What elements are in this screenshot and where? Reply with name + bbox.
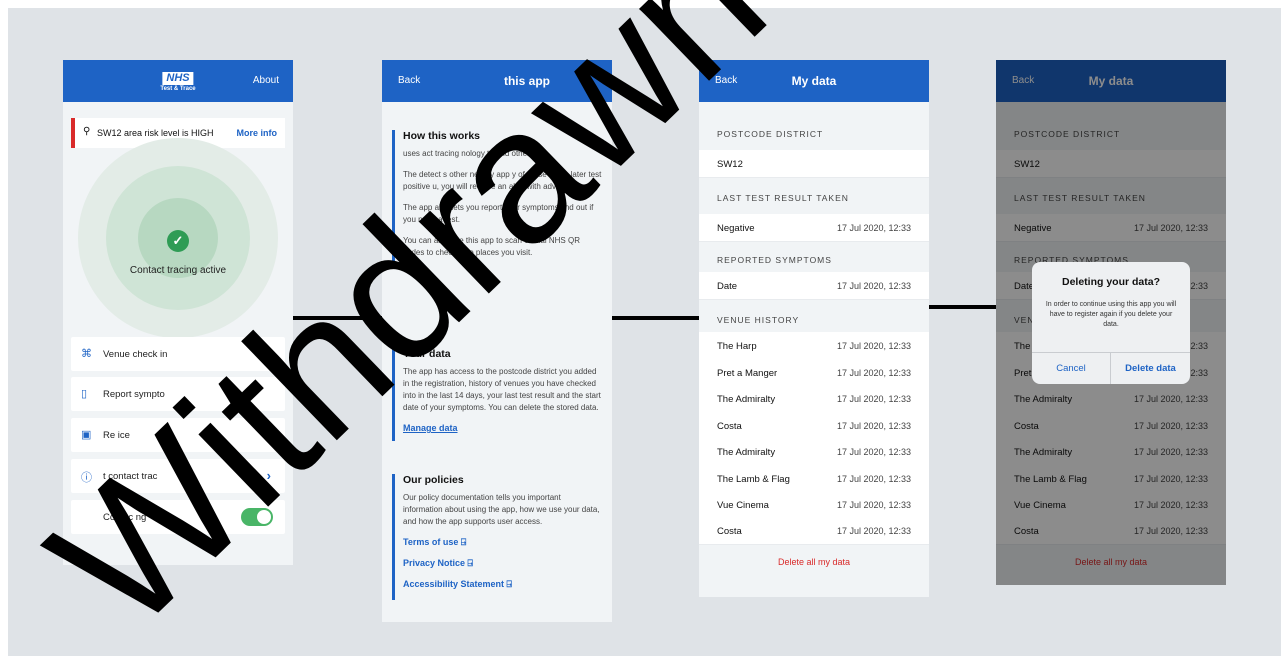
report-symptoms-item[interactable]: ▯ Report sympto [71,377,285,411]
our-policies-section: Our policies Our policy documentation te… [392,474,602,600]
contact-tracing-toggle[interactable] [241,508,273,526]
venue-check-in-item[interactable]: ⌘ Venue check in › [71,337,285,371]
manage-data-link[interactable]: Manage data [403,423,602,433]
paragraph: The detect s other nearby app y of those… [403,170,602,191]
info-icon: ⓘ [81,472,92,484]
accessibility-statement-link[interactable]: Accessibility Statement ⍈ [403,579,602,590]
test-result-row: Negative 17 Jul 2020, 12:33 [699,214,929,242]
my-data-header: Back My data [699,60,929,102]
page-title: this app [503,74,550,88]
paragraph: uses act tracing nology to and others. [403,149,536,158]
section-title: How this works [403,130,481,142]
home-header: NHS Test & Trace About [63,60,293,102]
dialog-message: In order to continue using this app you … [1045,301,1177,328]
more-info-link[interactable]: More info [237,128,278,138]
section-title: Our policies [403,474,464,486]
venue-row: Vue Cinema 17 Jul 2020, 12:33 [699,491,929,519]
venue-row: Pret a Manger17 Jul 2020, 12:33 [699,359,929,387]
flow-connector [612,316,699,320]
postcode-row: SW12 [699,150,929,178]
paragraph: You can also use this app to scan offici… [403,236,580,257]
check-icon: ✓ [167,230,189,252]
section-header: VENUE HISTORY [717,315,800,325]
delete-data-button[interactable]: Delete data [1111,352,1190,384]
chevron-right-icon: › [266,468,271,483]
device-icon: ▣ [81,429,92,441]
nhs-logo: NHS Test & Trace [160,72,196,92]
section-header: REPORTED SYMPTOMS [717,255,832,265]
privacy-notice-link[interactable]: Privacy Notice ⍈ [403,558,602,569]
delete-all-data-button[interactable]: Delete all my data [699,557,929,567]
how-app-works-section: How this works uses act tracing nology t… [392,130,602,268]
qr-code-icon: ⌘ [81,348,92,360]
tracing-status: Contact tracing active [129,265,227,276]
delete-confirm-dialog: Deleting your data? In order to continue… [1032,262,1190,384]
dialog-title: Deleting your data? [1061,276,1160,288]
chevron-right-icon: › [266,346,271,361]
section-header: POSTCODE DISTRICT [717,129,824,139]
section-title: Your data [403,348,451,360]
read-advice-item[interactable]: ▣ Re ice › [71,418,285,452]
delete-confirm-screen: Back My data POSTCODE DISTRICT SW12 LAST… [996,60,1226,585]
venue-row: The Admiralty 17 Jul 2020, 12:33 [699,438,929,466]
cancel-button[interactable]: Cancel [1032,352,1111,384]
terms-of-use-link[interactable]: Terms of use ⍈ [403,537,602,548]
home-screen: NHS Test & Trace About ⚲ SW12 area risk … [63,60,293,565]
paragraph: Our policy documentation tells you impor… [403,493,600,526]
about-contact-tracing-item[interactable]: ⓘ t contact trac › [71,459,285,493]
venue-row: Costa 17 Jul 2020, 12:33 [699,517,929,545]
page-title: My data [791,74,837,88]
venue-row: The Harp17 Jul 2020, 12:33 [699,332,929,360]
clipboard-icon: ▯ [81,388,88,400]
about-header: Back this app [382,60,612,102]
location-pin-icon: ⚲ [83,126,91,137]
section-header: LAST TEST RESULT TAKEN [717,193,849,203]
chevron-right-icon: › [266,427,271,442]
venue-row: Costa 17 Jul 2020, 12:33 [699,412,929,440]
venue-row: The Lamb & Flag 17 Jul 2020, 12:33 [699,465,929,493]
flow-connector [293,316,382,320]
flow-connector [929,305,996,309]
my-data-screen: Back My data POSTCODE DISTRICT SW12 LAST… [699,60,929,597]
about-screen: Back this app How this works uses act tr… [382,60,612,622]
paragraph: The app also lets you report your sympto… [403,203,594,224]
symptoms-row: Date17 Jul 2020, 12:33 [699,272,929,300]
paragraph: The app has access to the postcode distr… [403,367,601,412]
contact-tracing-toggle-row: Contac ng [71,500,285,534]
your-data-section: Your data The app has access to the post… [392,348,602,441]
risk-text: SW12 area risk level is HIGH [97,128,214,138]
about-link[interactable]: About [253,75,279,86]
venue-row: The Admiralty 17 Jul 2020, 12:33 [699,385,929,413]
